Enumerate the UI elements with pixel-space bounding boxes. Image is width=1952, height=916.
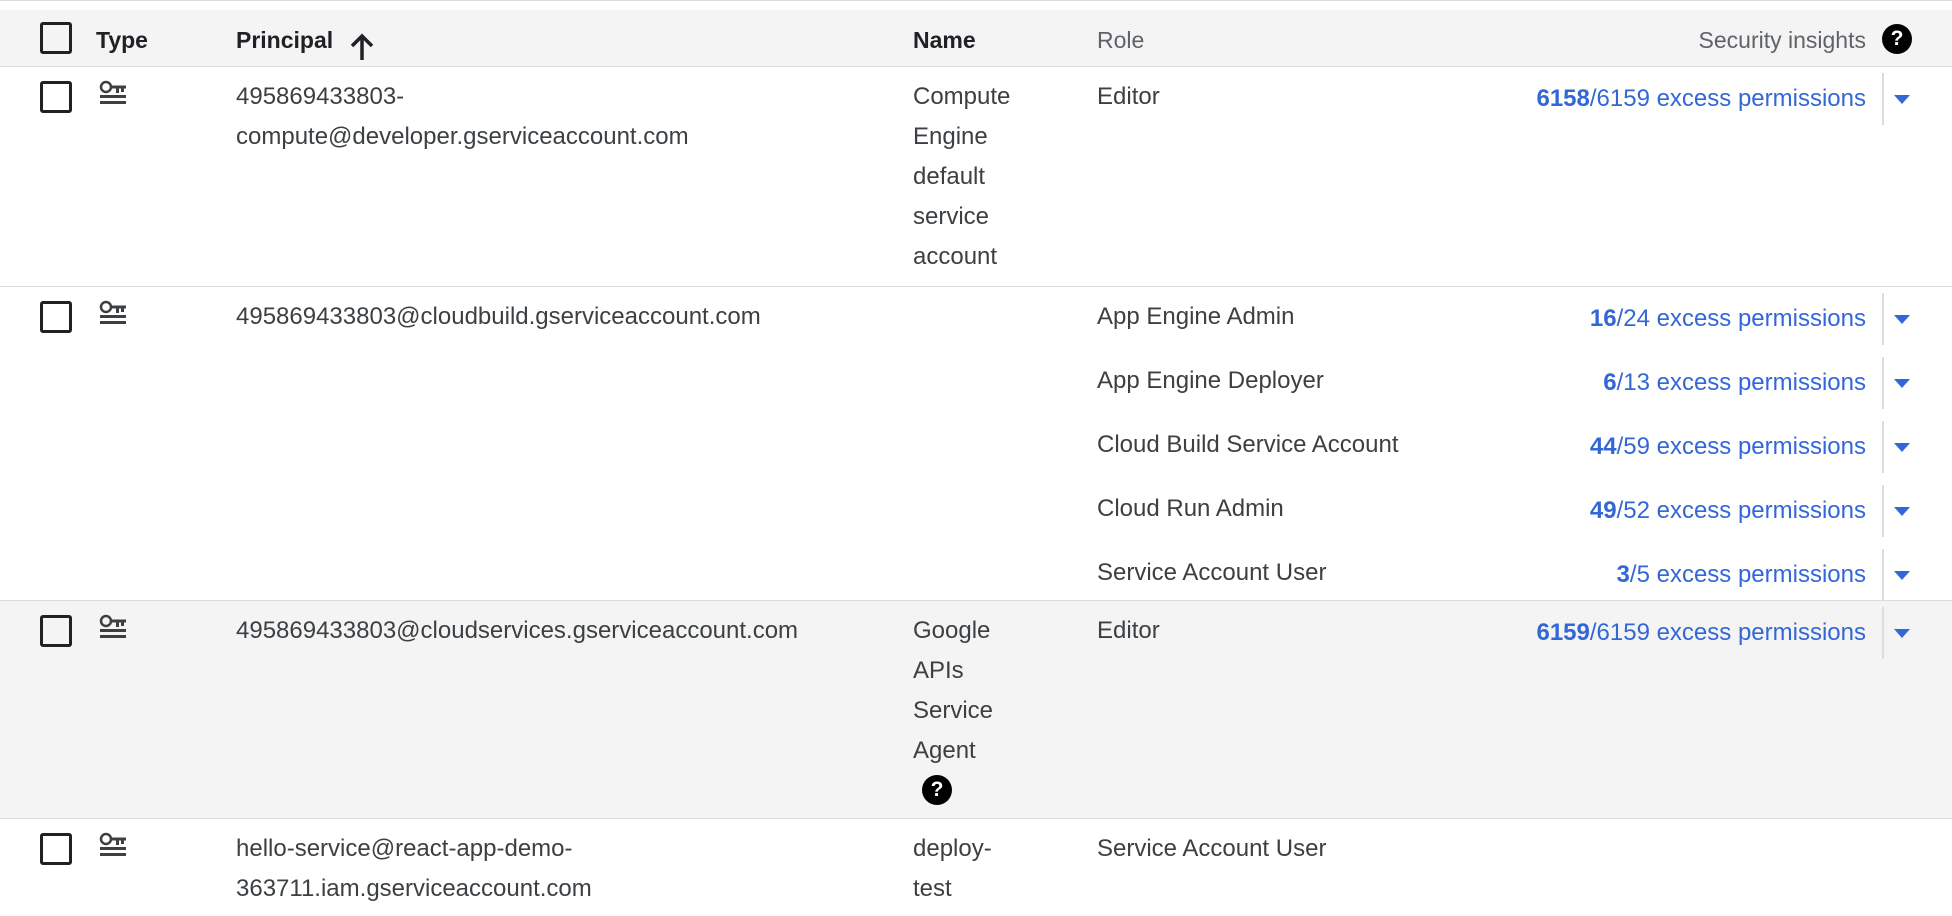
principal-email: 495869433803@cloudbuild.gserviceaccount.…: [236, 303, 761, 330]
table-row: 495869433803- compute@developer.gservice…: [0, 67, 1952, 287]
excess-total: /13 excess permissions: [1616, 369, 1866, 396]
row-checkbox[interactable]: [40, 81, 72, 113]
dropdown-divider: [1882, 73, 1884, 125]
column-header-type[interactable]: Type: [96, 26, 148, 54]
caret-down-icon[interactable]: [1894, 629, 1910, 638]
caret-down-icon[interactable]: [1894, 507, 1910, 516]
excess-total: /52 excess permissions: [1616, 497, 1866, 524]
excess-permissions-link[interactable]: 6159/6159 excess permissions: [1536, 613, 1866, 653]
principal-email: 495869433803@cloudservices.gserviceaccou…: [236, 617, 799, 644]
principal-email: 495869433803- compute@developer.gservice…: [236, 83, 689, 150]
excess-permissions-link[interactable]: 44/59 excess permissions: [1590, 427, 1866, 467]
role-label: Service Account User: [1097, 835, 1327, 862]
role-label: App Engine Deployer: [1097, 367, 1324, 394]
caret-down-icon[interactable]: [1894, 571, 1910, 580]
dropdown-divider: [1882, 607, 1884, 659]
dropdown-divider: [1882, 293, 1884, 345]
principal-email: hello-service@react-app-demo- 363711.iam…: [236, 835, 592, 902]
excess-count: 44: [1589, 433, 1617, 460]
excess-count: 49: [1589, 497, 1617, 524]
excess-total: /6159 excess permissions: [1589, 619, 1866, 646]
sort-ascending-icon[interactable]: [348, 32, 376, 62]
column-header-principal[interactable]: Principal: [236, 26, 333, 54]
excess-total: /24 excess permissions: [1616, 305, 1866, 332]
excess-total: /59 excess permissions: [1616, 433, 1866, 460]
table-header: Type Principal Name Role Security insigh…: [0, 10, 1952, 67]
excess-permissions-link[interactable]: 6158/6159 excess permissions: [1536, 79, 1866, 119]
role-label: Cloud Run Admin: [1097, 495, 1284, 522]
caret-down-icon[interactable]: [1894, 315, 1910, 324]
principal-name: deploy- test: [913, 835, 992, 902]
caret-down-icon[interactable]: [1894, 379, 1910, 388]
role-label: App Engine Admin: [1097, 303, 1295, 330]
caret-down-icon[interactable]: [1894, 443, 1910, 452]
principal-name: Google APIs Service Agent: [913, 617, 994, 764]
excess-count: 6: [1603, 369, 1617, 396]
excess-count: 16: [1589, 305, 1617, 332]
row-checkbox[interactable]: [40, 301, 72, 333]
excess-count: 6158: [1536, 85, 1590, 112]
excess-permissions-link[interactable]: 3/5 excess permissions: [1617, 555, 1866, 595]
dropdown-divider: [1882, 357, 1884, 409]
table-row: 495869433803@cloudservices.gserviceaccou…: [0, 601, 1952, 819]
excess-permissions-link[interactable]: 16/24 excess permissions: [1590, 299, 1866, 339]
excess-total: /6159 excess permissions: [1589, 85, 1866, 112]
column-header-name[interactable]: Name: [913, 26, 976, 54]
role-label: Editor: [1097, 617, 1160, 644]
dropdown-divider: [1882, 485, 1884, 537]
excess-count: 6159: [1536, 619, 1590, 646]
service-account-key-icon: [99, 80, 126, 104]
service-account-key-icon: [99, 300, 126, 324]
caret-down-icon[interactable]: [1894, 95, 1910, 104]
role-label: Service Account User: [1097, 559, 1327, 586]
column-header-role: Role: [1097, 27, 1145, 53]
excess-count: 3: [1616, 561, 1630, 588]
iam-permissions-table: Type Principal Name Role Security insigh…: [0, 0, 1952, 916]
principal-name: Compute Engine default service account: [913, 83, 1011, 270]
excess-permissions-link[interactable]: 49/52 excess permissions: [1590, 491, 1866, 531]
excess-permissions-link[interactable]: 6/13 excess permissions: [1603, 363, 1866, 403]
role-label: Cloud Build Service Account: [1097, 431, 1399, 458]
dropdown-divider: [1882, 549, 1884, 601]
excess-total: /5 excess permissions: [1629, 561, 1866, 588]
column-header-security-insights: Security insights: [1698, 27, 1866, 53]
row-checkbox[interactable]: [40, 833, 72, 865]
select-all-checkbox[interactable]: [40, 22, 72, 54]
service-account-key-icon: [99, 832, 126, 856]
dropdown-divider: [1882, 421, 1884, 473]
service-account-key-icon: [99, 614, 126, 638]
row-checkbox[interactable]: [40, 615, 72, 647]
service-agent-help-icon[interactable]: ?: [922, 775, 952, 805]
table-row: 495869433803@cloudbuild.gserviceaccount.…: [0, 287, 1952, 601]
security-insights-help-icon[interactable]: ?: [1882, 24, 1912, 54]
role-label: Editor: [1097, 83, 1160, 110]
table-row: hello-service@react-app-demo- 363711.iam…: [0, 819, 1952, 916]
